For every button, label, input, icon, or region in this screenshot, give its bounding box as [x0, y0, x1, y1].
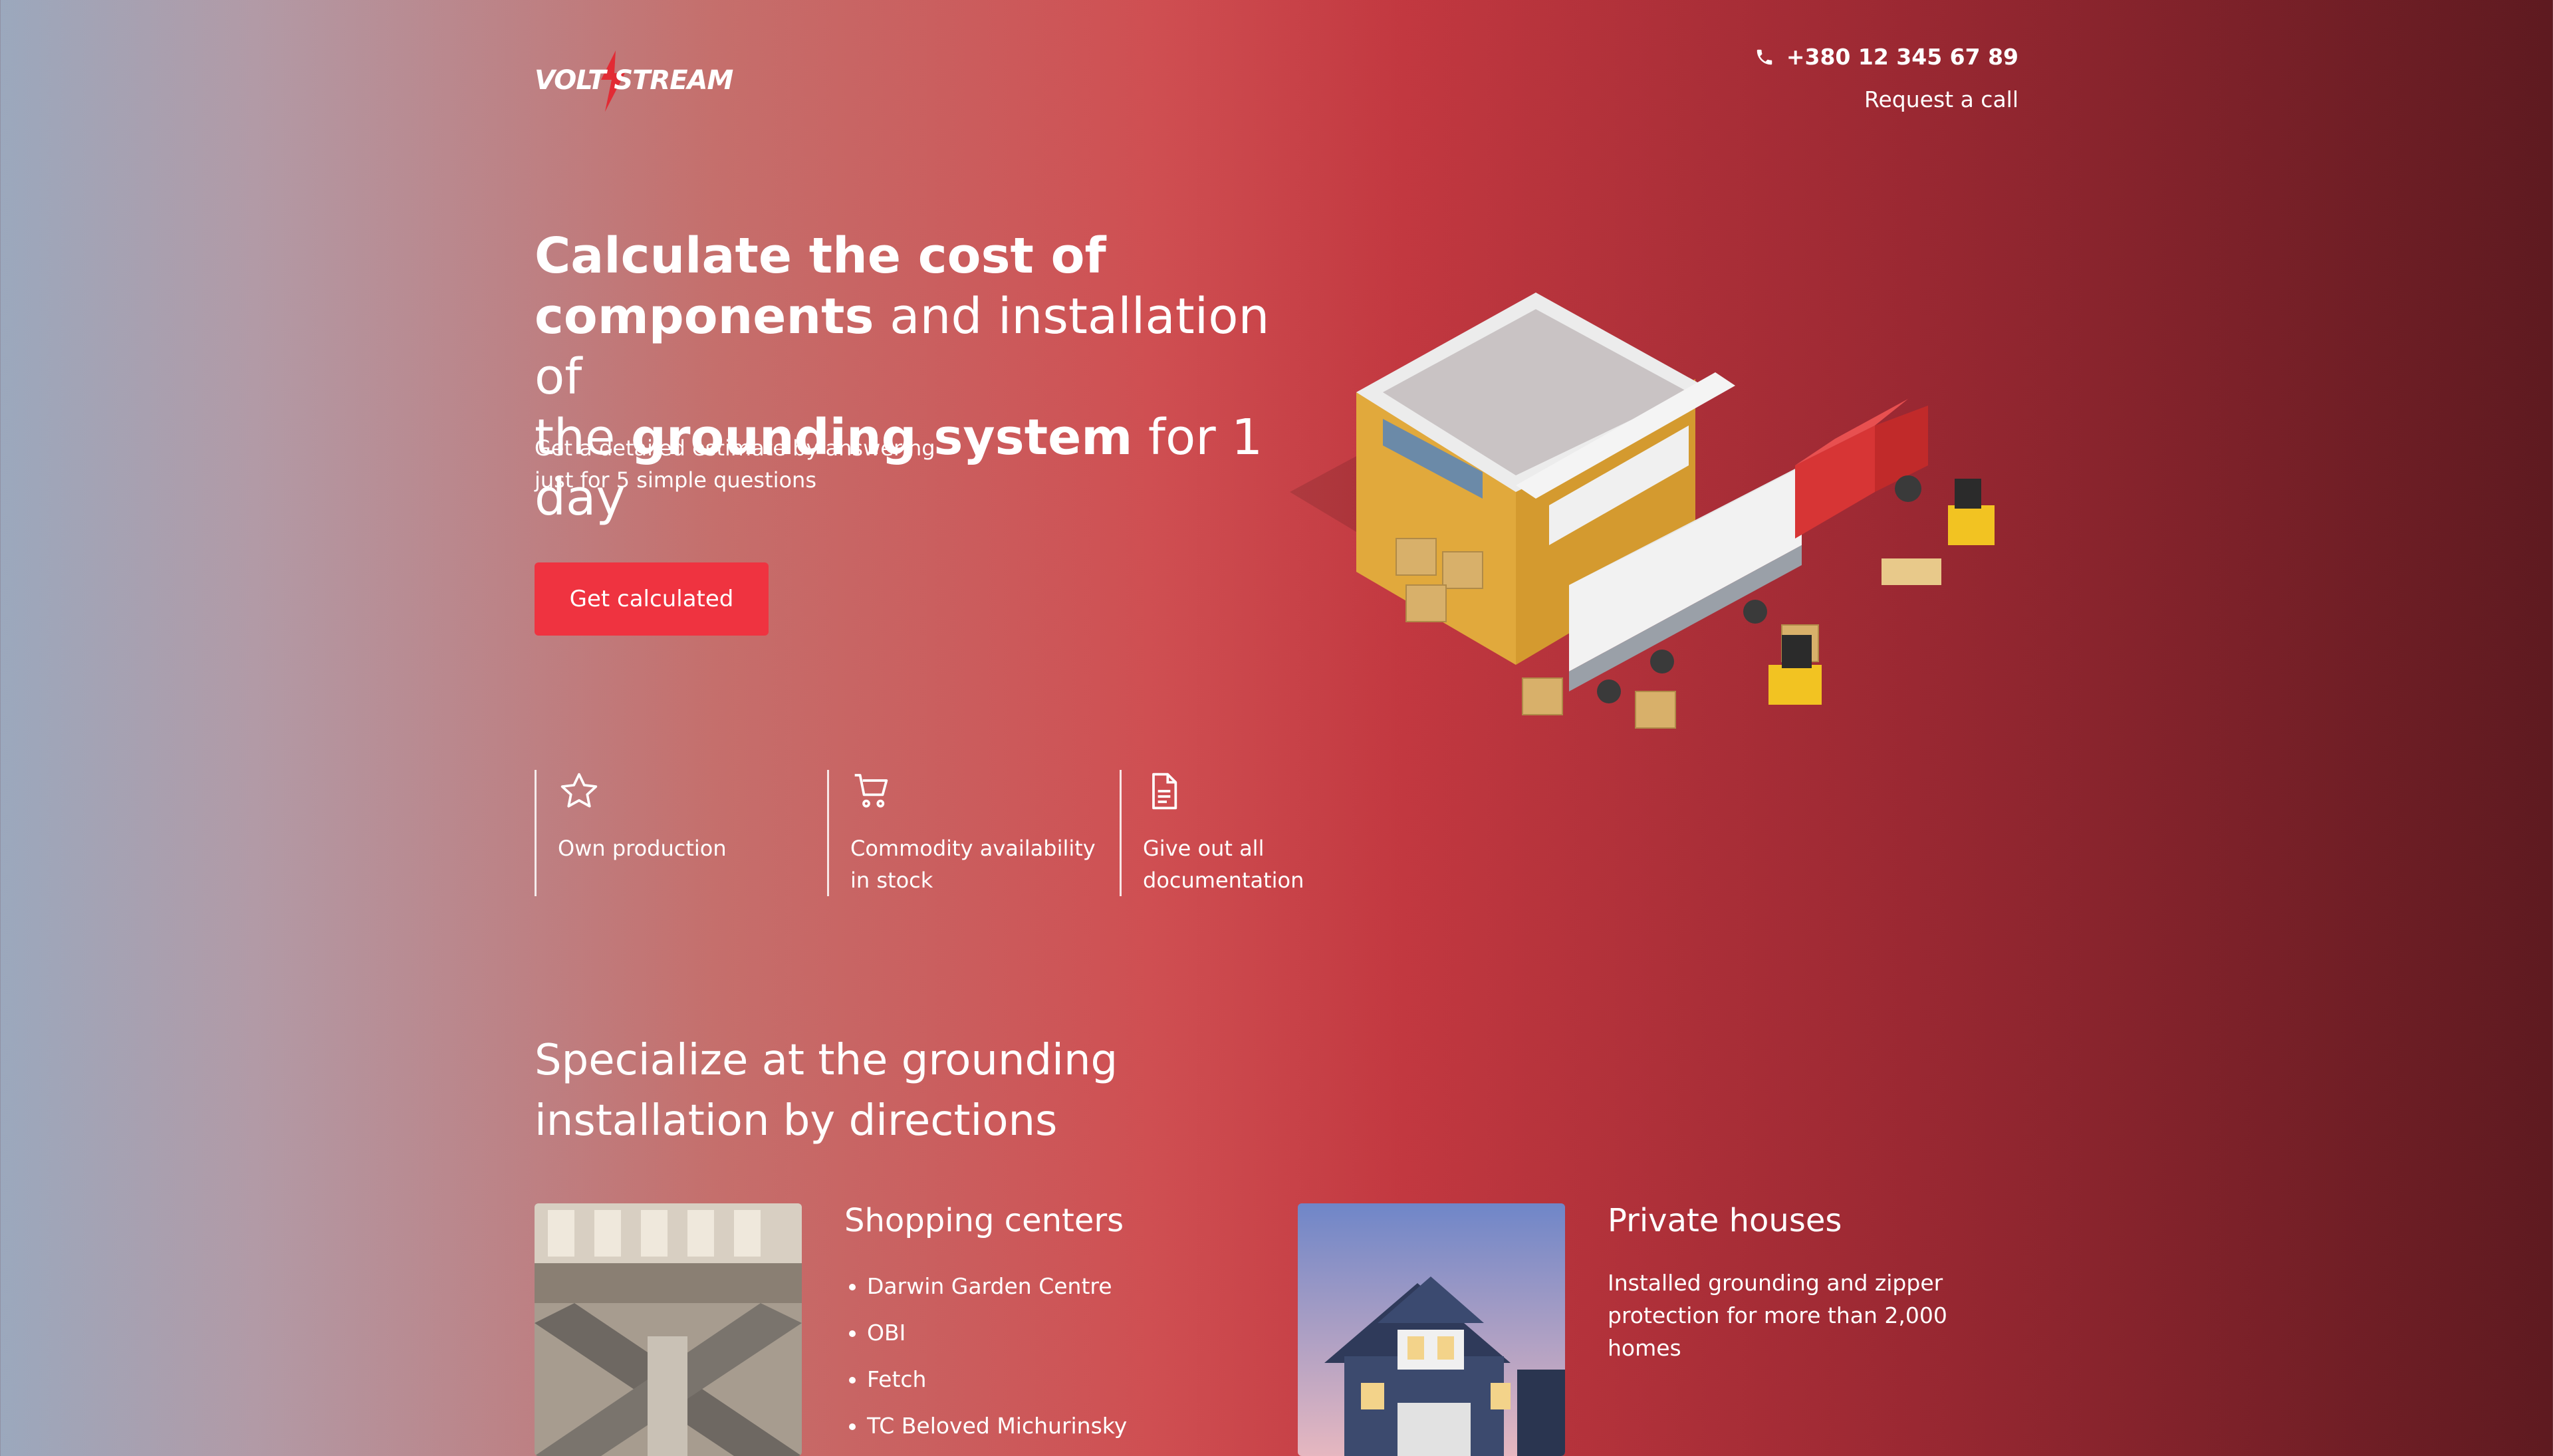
- private-houses-description: Installed grounding and zipper protectio…: [1608, 1267, 2020, 1364]
- feature-own-production: Own production: [535, 770, 814, 896]
- section-title-line: Specialize at the grounding: [535, 1036, 1118, 1085]
- hero-title-part: components: [535, 288, 874, 345]
- hero-subtitle: Get a detailed estimate by answering jus…: [535, 432, 1000, 496]
- feature-commodity-availability: Commodity availability in stock: [827, 770, 1106, 896]
- hero-subtitle-line: Get a detailed estimate by answering: [535, 435, 935, 461]
- shopping-center-image: [535, 1203, 802, 1456]
- escalator-photo: [535, 1203, 802, 1456]
- page: VOLT STREAM +380 12 345 67 89 Request a …: [0, 0, 2553, 1456]
- hero-subtitle-line: just for 5 simple questions: [535, 467, 816, 493]
- feature-text: Commodity availability in stock: [850, 832, 1110, 896]
- feature-line: documentation: [1143, 868, 1304, 893]
- section-title-line: installation by directions: [535, 1096, 1058, 1146]
- feature-line: Commodity availability: [850, 836, 1096, 861]
- house-photo: [1298, 1203, 1565, 1456]
- list-item: Darwin Garden Centre: [867, 1263, 1127, 1310]
- get-calculated-button[interactable]: Get calculated: [535, 562, 769, 636]
- phone-number: +380 12 345 67 89: [1786, 44, 2018, 70]
- feature-documentation: Give out all documentation: [1120, 770, 1399, 896]
- phone-link[interactable]: +380 12 345 67 89: [1755, 44, 2018, 70]
- feature-text: Give out all documentation: [1143, 832, 1402, 896]
- warehouse-illustration: [1290, 293, 1995, 729]
- cart-icon: [854, 774, 888, 808]
- hero-title-part: Calculate the cost of: [535, 227, 1106, 285]
- description-line: protection for more than 2,000 homes: [1608, 1302, 1947, 1361]
- shopping-centers-list: Darwin Garden Centre OBI Fetch TC Belove…: [844, 1263, 1127, 1449]
- feature-line: Own production: [558, 836, 727, 861]
- list-item: Fetch: [867, 1356, 1127, 1403]
- card-title-shopping-centers: Shopping centers: [844, 1202, 1124, 1239]
- feature-line: Give out all: [1143, 836, 1265, 861]
- star-icon: [560, 773, 598, 808]
- private-house-image: [1298, 1203, 1565, 1456]
- list-item: TC Beloved Michurinsky: [867, 1403, 1127, 1449]
- logo[interactable]: VOLT STREAM: [535, 51, 734, 112]
- logo-text: VOLT STREAM: [535, 65, 733, 96]
- description-line: Installed grounding and zipper: [1608, 1270, 1943, 1296]
- feature-line: in stock: [850, 868, 933, 893]
- request-call-link[interactable]: Request a call: [1864, 86, 2018, 112]
- list-item: OBI: [867, 1310, 1127, 1356]
- phone-icon: [1757, 49, 1772, 64]
- document-icon: [1152, 773, 1177, 810]
- card-title-private-houses: Private houses: [1608, 1202, 1842, 1239]
- feature-text: Own production: [558, 832, 817, 864]
- section-title: Specialize at the grounding installation…: [535, 1031, 1199, 1152]
